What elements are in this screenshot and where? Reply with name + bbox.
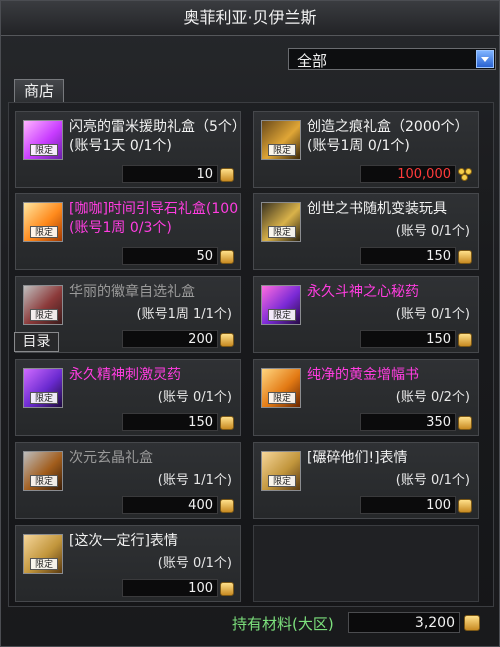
material-coin-icon [220, 168, 234, 182]
material-coin-icon [220, 582, 234, 596]
item-icon: 限定 [23, 368, 63, 408]
shop-item-card[interactable]: 限定 创世之书随机变装玩具 (账号 0/1个) 150 [253, 193, 479, 270]
item-price: 150 [360, 330, 456, 348]
shop-item-card[interactable]: 限定 次元玄晶礼盒 (账号 1/1个) 400 [15, 442, 241, 519]
item-icon: 限定 [23, 451, 63, 491]
limited-badge: 限定 [268, 309, 296, 321]
item-price: 350 [360, 413, 456, 431]
item-price: 400 [122, 496, 218, 514]
material-coin-icon [464, 615, 480, 631]
item-purchase-limit: (账号 0/2个) [395, 390, 470, 405]
item-name: 闪亮的雷米援助礼盒（5个）(账号1天 0/1个) [69, 119, 239, 154]
item-purchase-limit: (账号 0/1个) [395, 307, 470, 322]
material-coin-icon [458, 250, 472, 264]
category-selected: 全部 [297, 52, 328, 70]
item-name: 永久斗神之心秘药 [307, 284, 419, 300]
item-purchase-limit: (账号 0/1个) [157, 556, 232, 571]
shop-item-card[interactable]: 限定 闪亮的雷米援助礼盒（5个）(账号1天 0/1个) 10 [15, 111, 241, 188]
item-price: 10 [122, 165, 218, 183]
item-icon: 限定 [261, 368, 301, 408]
shop-item-card[interactable]: 限定 [咖咖]时间引导石礼盒(100 (账号1周 0/3个) 50 [15, 193, 241, 270]
shop-item-card[interactable]: 限定 创造之痕礼盒（2000个）(账号1周 0/1个) 100,000 [253, 111, 479, 188]
item-purchase-limit: (账号 0/1个) [157, 390, 232, 405]
material-coin-icon [458, 416, 472, 430]
material-coin-icon [220, 499, 234, 513]
limited-badge: 限定 [30, 558, 58, 570]
item-name: 华丽的徽章自选礼盒 [69, 284, 195, 300]
limited-badge: 限定 [30, 226, 58, 238]
limited-badge: 限定 [268, 226, 296, 238]
item-name: 纯净的黄金增幅书 [307, 367, 419, 383]
materials-label: 持有材料(大区) [232, 615, 334, 633]
item-icon: 限定 [261, 451, 301, 491]
item-price: 150 [122, 413, 218, 431]
window-title: 奥菲利亚·贝伊兰斯 [1, 1, 499, 36]
empty-slot [253, 525, 479, 602]
item-icon: 限定 [23, 120, 63, 160]
item-icon: 限定 [23, 202, 63, 242]
limited-badge: 限定 [268, 392, 296, 404]
material-coin-icon [220, 250, 234, 264]
item-icon: 限定 [261, 120, 301, 160]
catalog-button[interactable]: 目录 [14, 332, 59, 352]
material-coin-icon [220, 333, 234, 347]
material-coin-icon [458, 333, 472, 347]
item-name: 永久精神刺激灵药 [69, 367, 181, 383]
materials-value: 3,200 [348, 612, 460, 633]
item-purchase-limit: (账号 0/1个) [395, 473, 470, 488]
item-name: [这次一定行]表情 [69, 533, 178, 549]
shop-window: 奥菲利亚·贝伊兰斯 全部 商店 持有材料(大区) 3,200 限定 闪亮的雷米援助… [0, 0, 500, 647]
item-name: [碾碎他们!]表情 [307, 450, 408, 466]
tab-shop[interactable]: 商店 [14, 79, 64, 103]
item-name: [咖咖]时间引导石礼盒(100 (账号1周 0/3个) [69, 201, 239, 236]
item-purchase-limit: (账号 0/1个) [395, 224, 470, 239]
shop-item-card[interactable]: 限定 [碾碎他们!]表情 (账号 0/1个) 100 [253, 442, 479, 519]
item-price: 100,000 [360, 165, 456, 183]
item-name: 创世之书随机变装玩具 [307, 201, 447, 217]
limited-badge: 限定 [268, 144, 296, 156]
item-purchase-limit: (账号 1/1个) [157, 473, 232, 488]
item-price: 150 [360, 247, 456, 265]
limited-badge: 限定 [30, 475, 58, 487]
shop-item-card[interactable]: 限定 永久精神刺激灵药 (账号 0/1个) 150 [15, 359, 241, 436]
item-name: 次元玄晶礼盒 [69, 450, 153, 466]
limited-badge: 限定 [30, 309, 58, 321]
item-price: 50 [122, 247, 218, 265]
limited-badge: 限定 [30, 144, 58, 156]
shop-item-card[interactable]: 限定 纯净的黄金增幅书 (账号 0/2个) 350 [253, 359, 479, 436]
material-coin-icon [220, 416, 234, 430]
limited-badge: 限定 [268, 475, 296, 487]
chevron-down-icon[interactable] [476, 50, 494, 68]
item-price: 100 [122, 579, 218, 597]
material-coin-icon [458, 499, 472, 513]
item-price: 200 [122, 330, 218, 348]
item-icon: 限定 [261, 202, 301, 242]
item-purchase-limit: (账号1周 1/1个) [136, 307, 232, 322]
limited-badge: 限定 [30, 392, 58, 404]
shop-item-card[interactable]: 限定 永久斗神之心秘药 (账号 0/1个) 150 [253, 276, 479, 353]
item-name: 创造之痕礼盒（2000个）(账号1周 0/1个) [307, 119, 469, 154]
gold-coins-icon [458, 168, 474, 182]
shop-item-card[interactable]: 限定 [这次一定行]表情 (账号 0/1个) 100 [15, 525, 241, 602]
item-price: 100 [360, 496, 456, 514]
category-dropdown[interactable]: 全部 [288, 48, 496, 70]
item-icon: 限定 [23, 534, 63, 574]
item-icon: 限定 [23, 285, 63, 325]
item-icon: 限定 [261, 285, 301, 325]
